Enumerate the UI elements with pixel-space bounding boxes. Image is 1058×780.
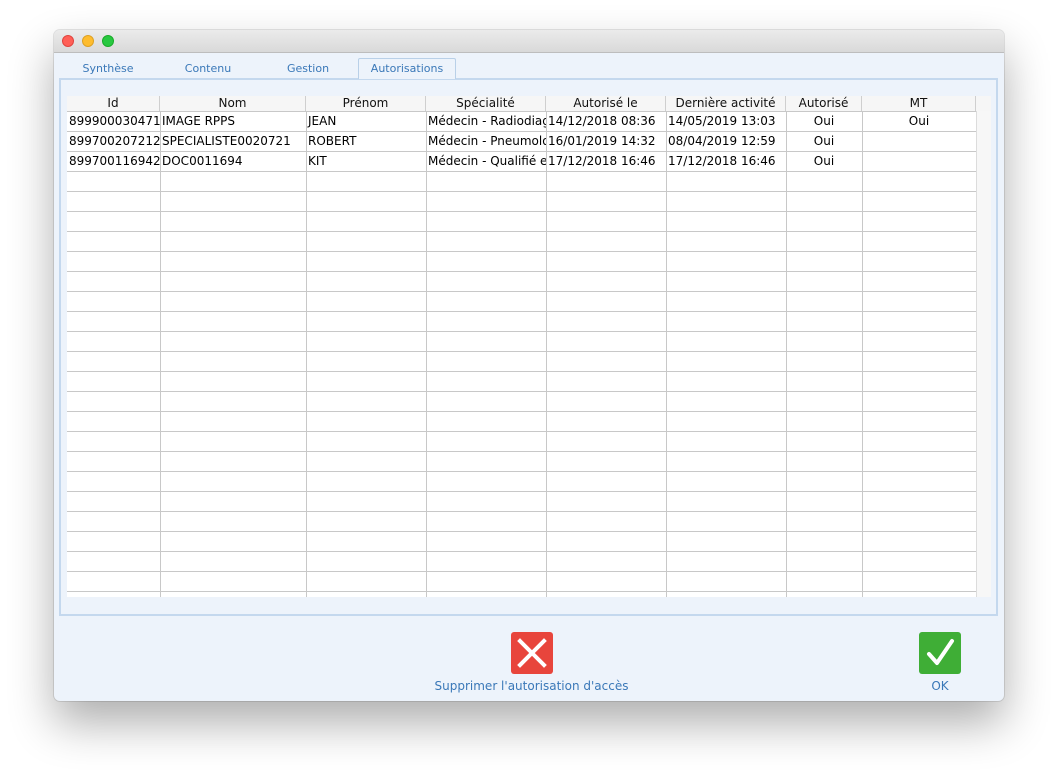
grid-row-line [67,491,976,492]
cell-nom: DOC0011694 [162,154,243,168]
column-header-autorise[interactable]: Autorisé [786,96,862,111]
grid-column-line [426,111,427,597]
cell-nom: IMAGE RPPS [162,114,236,128]
grid-row-line [67,411,976,412]
grid-row-line [67,371,976,372]
cell-id: 899700207212 [69,134,160,148]
grid-column-line [160,111,161,597]
grid-row-line [67,351,976,352]
maximize-window-button[interactable] [102,35,114,47]
grid-row-line [67,291,976,292]
grid-column-line [306,111,307,597]
ok-label: OK [931,679,949,693]
tab-autorisations[interactable]: Autorisations [358,58,456,79]
grid-row-line [67,191,976,192]
close-window-button[interactable] [62,35,74,47]
grid-row-line [67,471,976,472]
grid-column-line [666,111,667,597]
cell-specialite: Médecin - Radiodiagnostic [428,114,546,128]
grid-column-line [546,111,547,597]
grid-row-line [67,571,976,572]
cell-specialite: Médecin - Pneumologie [428,134,546,148]
grid-row-line [67,171,976,172]
tab-synthese[interactable]: Synthèse [72,59,144,79]
grid-row-line [67,551,976,552]
cell-derniere-activite: 14/05/2019 13:03 [668,114,776,128]
minimize-window-button[interactable] [82,35,94,47]
tab-gestion[interactable]: Gestion [272,59,344,79]
cell-derniere-activite: 17/12/2018 16:46 [668,154,776,168]
delete-authorization-label: Supprimer l'autorisation d'accès [434,679,629,693]
cell-mt: Oui [908,114,930,128]
close-x-icon [510,632,553,674]
table-header: Id Nom Prénom Spécialité Autorisé le Der… [67,96,991,112]
grid-row-line [67,231,976,232]
tab-contenu[interactable]: Contenu [172,59,244,79]
authorizations-table[interactable]: Id Nom Prénom Spécialité Autorisé le Der… [67,96,991,597]
vertical-scrollbar[interactable] [976,111,991,597]
dialog-window: Synthèse Contenu Gestion Autorisations I… [54,30,1004,701]
column-header-specialite[interactable]: Spécialité [426,96,546,111]
checkmark-icon [919,632,961,674]
grid-row-line [67,211,976,212]
cell-prenom: JEAN [308,114,337,128]
title-bar [54,30,1004,53]
grid-row-line [67,331,976,332]
cell-id: 899700116942 [69,154,160,168]
cell-prenom: KIT [308,154,327,168]
cell-prenom: ROBERT [308,134,357,148]
cell-autorise: Oui [813,134,835,148]
cell-nom: SPECIALISTE0020721 [162,134,291,148]
grid-row-line [67,251,976,252]
column-header-mt[interactable]: MT [862,96,976,111]
column-header-id[interactable]: Id [67,96,160,111]
cell-autorise: Oui [813,154,835,168]
grid-row-line [67,511,976,512]
cell-derniere-activite: 08/04/2019 12:59 [668,134,776,148]
column-header-prenom[interactable]: Prénom [306,96,426,111]
cell-id: 899900030471 [69,114,160,128]
column-header-derniere-activite[interactable]: Dernière activité [666,96,786,111]
cell-specialite: Médecin - Qualifié en [428,154,546,168]
grid-row-line [67,451,976,452]
cell-mt [862,132,976,151]
cell-autorise-le: 17/12/2018 16:46 [548,154,656,168]
grid-row-line [67,591,976,592]
grid-row-line [67,311,976,312]
column-header-nom[interactable]: Nom [160,96,306,111]
grid-column-line [862,111,863,597]
column-header-autorise-le[interactable]: Autorisé le [546,96,666,111]
delete-authorization-button[interactable]: Supprimer l'autorisation d'accès [424,632,639,693]
cell-mt [862,152,976,171]
grid-row-line [67,531,976,532]
cell-autorise: Oui [813,114,835,128]
grid-column-line [786,111,787,597]
cell-autorise-le: 14/12/2018 08:36 [548,114,656,128]
grid-row-line [67,431,976,432]
grid-row-line [67,391,976,392]
grid-row-line [67,271,976,272]
cell-autorise-le: 16/01/2019 14:32 [548,134,656,148]
ok-button[interactable]: OK [910,632,970,693]
